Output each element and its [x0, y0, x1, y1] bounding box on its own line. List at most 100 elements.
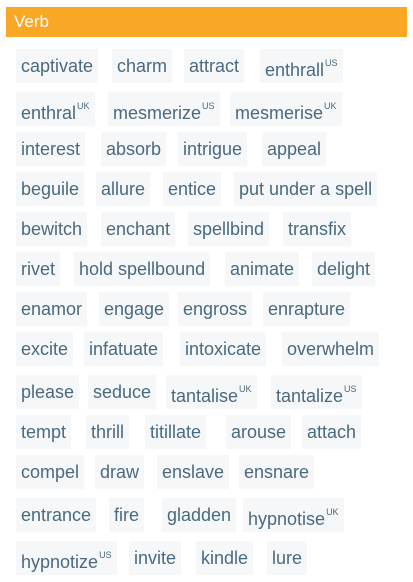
word-text: rivet: [21, 259, 56, 279]
word-text: infatuate: [89, 339, 159, 359]
word-chip[interactable]: charm: [112, 49, 173, 83]
word-text: compel: [21, 462, 80, 482]
word-text: intoxicate: [185, 339, 262, 359]
word-text: put under a spell: [239, 179, 373, 199]
word-chip[interactable]: enchant: [101, 212, 176, 246]
word-text: tantalize: [276, 386, 344, 406]
word-chip[interactable]: hypnotiseUK: [243, 498, 344, 532]
word-chip[interactable]: allure: [96, 172, 151, 206]
word-chip[interactable]: enthrallUS: [260, 49, 343, 83]
word-text: hypnotize: [21, 552, 99, 572]
word-text: bewitch: [21, 219, 83, 239]
word-chip[interactable]: titillate: [145, 415, 207, 449]
word-text: enamor: [21, 299, 83, 319]
word-text: entrance: [21, 505, 92, 525]
word-chip[interactable]: mesmeriseUK: [230, 92, 342, 126]
word-chip[interactable]: captivate: [16, 49, 99, 83]
word-chip[interactable]: attract: [184, 49, 245, 83]
region-tag: UK: [324, 101, 337, 111]
region-tag: UK: [77, 101, 90, 111]
word-chip[interactable]: enamor: [16, 292, 88, 326]
word-chip[interactable]: spellbind: [188, 212, 270, 246]
word-text: mesmerize: [113, 103, 202, 123]
word-chip[interactable]: overwhelm: [282, 332, 380, 366]
region-tag: US: [325, 58, 338, 68]
word-chip[interactable]: bewitch: [16, 212, 88, 246]
word-text: seduce: [93, 382, 152, 402]
word-chip[interactable]: fire: [109, 498, 145, 532]
word-text: hold spellbound: [79, 259, 206, 279]
word-chip[interactable]: beguile: [16, 172, 85, 206]
region-tag: UK: [326, 507, 339, 517]
word-text: spellbind: [193, 219, 265, 239]
word-chip[interactable]: rivet: [16, 252, 61, 286]
word-text: engross: [183, 299, 248, 319]
word-chip[interactable]: animate: [225, 252, 300, 286]
word-chip[interactable]: engage: [99, 292, 170, 326]
section-header: Verb: [6, 7, 407, 37]
word-chip[interactable]: transfix: [283, 212, 352, 246]
word-chip[interactable]: seduce: [88, 375, 157, 409]
word-text: enchant: [106, 219, 171, 239]
word-chip[interactable]: engross: [178, 292, 253, 326]
word-text: enthral: [21, 103, 77, 123]
region-tag: US: [99, 550, 112, 560]
word-chip[interactable]: absorb: [101, 132, 167, 166]
word-text: attach: [307, 422, 357, 442]
word-chip[interactable]: lure: [267, 541, 308, 575]
word-text: hypnotise: [248, 509, 326, 529]
word-text: appeal: [267, 139, 322, 159]
section-title: Verb: [14, 12, 49, 31]
word-chip[interactable]: tantaliseUK: [166, 375, 257, 409]
word-chip[interactable]: tantalizeUS: [271, 375, 362, 409]
word-text: kindle: [201, 548, 249, 568]
word-chip[interactable]: please: [16, 375, 80, 409]
word-chip[interactable]: tempt: [16, 415, 72, 449]
region-tag: US: [202, 101, 215, 111]
word-text: attract: [189, 56, 240, 76]
word-chip[interactable]: intrigue: [178, 132, 248, 166]
word-chip[interactable]: thrill: [86, 415, 130, 449]
word-chip[interactable]: infatuate: [84, 332, 164, 366]
word-chip[interactable]: enthralUK: [16, 92, 95, 126]
word-text: ensnare: [244, 462, 310, 482]
word-chip[interactable]: entrance: [16, 498, 97, 532]
word-text: enrapture: [268, 299, 346, 319]
word-text: transfix: [288, 219, 347, 239]
word-text: animate: [230, 259, 295, 279]
word-chip[interactable]: hold spellbound: [74, 252, 211, 286]
word-text: captivate: [21, 56, 94, 76]
word-text: please: [21, 382, 75, 402]
word-chip[interactable]: attach: [302, 415, 362, 449]
word-chip[interactable]: hypnotizeUS: [16, 541, 117, 575]
word-chip[interactable]: delight: [312, 252, 376, 286]
word-chip[interactable]: intoxicate: [180, 332, 267, 366]
word-chip[interactable]: ensnare: [239, 455, 315, 489]
word-text: enslave: [162, 462, 225, 482]
word-chip[interactable]: mesmerizeUS: [108, 92, 220, 126]
word-chip[interactable]: gladden: [162, 498, 237, 532]
word-chip[interactable]: enslave: [157, 455, 230, 489]
word-text: delight: [317, 259, 371, 279]
word-chip[interactable]: draw: [95, 455, 145, 489]
word-text: arouse: [231, 422, 287, 442]
word-chip[interactable]: invite: [129, 541, 182, 575]
word-text: thrill: [91, 422, 125, 442]
word-chip[interactable]: interest: [16, 132, 86, 166]
word-chip[interactable]: excite: [16, 332, 74, 366]
word-text: titillate: [150, 422, 202, 442]
word-chip[interactable]: put under a spell: [234, 172, 378, 206]
word-chip[interactable]: kindle: [196, 541, 254, 575]
word-chip[interactable]: compel: [16, 455, 85, 489]
word-text: lure: [272, 548, 303, 568]
word-chip[interactable]: arouse: [226, 415, 292, 449]
word-text: intrigue: [183, 139, 243, 159]
word-text: entice: [168, 179, 217, 199]
word-chip[interactable]: appeal: [262, 132, 327, 166]
word-text: engage: [104, 299, 165, 319]
word-chip[interactable]: enrapture: [263, 292, 351, 326]
word-chip[interactable]: entice: [163, 172, 222, 206]
word-text: fire: [114, 505, 140, 525]
word-text: absorb: [106, 139, 162, 159]
word-text: interest: [21, 139, 81, 159]
